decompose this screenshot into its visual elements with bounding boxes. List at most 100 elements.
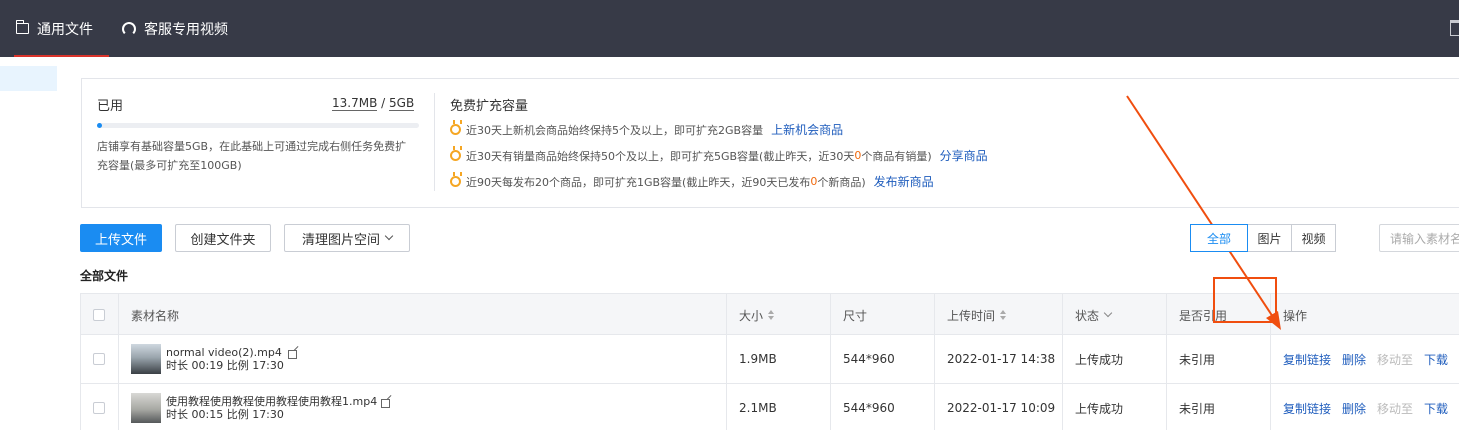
dims-cell: 544*960 [830, 384, 934, 430]
col-actions: 操作 [1270, 294, 1459, 336]
annotation-highlight-box [1213, 277, 1277, 323]
select-all-cell [81, 294, 118, 336]
chevron-down-icon [384, 231, 394, 241]
table-row: 使用教程使用教程使用教程使用教程1.mp4 时长 00:15 比例 17:30 … [80, 384, 1459, 430]
headset-icon [122, 21, 136, 36]
sort-icon [1000, 310, 1007, 320]
tab-service-videos[interactable]: 客服专用视频 [122, 0, 228, 57]
row-select-cell [81, 335, 118, 383]
size-cell: 2.1MB [726, 384, 830, 430]
move-to-button[interactable]: 移动至 [1377, 400, 1413, 417]
video-thumbnail[interactable] [131, 344, 161, 374]
time-cell: 2022-01-17 14:38 [934, 335, 1062, 383]
referenced-cell: 未引用 [1166, 335, 1270, 383]
status-cell: 上传成功 [1062, 335, 1166, 383]
expand-rule: 近30天上新机会商品始终保持5个及以上，即可扩充2GB容量 上新机会商品 [450, 120, 843, 138]
filter-images[interactable]: 图片 [1247, 224, 1292, 252]
medal-icon [450, 120, 462, 135]
filter-videos[interactable]: 视频 [1291, 224, 1336, 252]
rule-count: 0 [810, 175, 818, 188]
col-upload-time-label: 上传时间 [947, 308, 996, 323]
divider [434, 93, 435, 191]
file-name: normal video(2).mp4 [166, 346, 282, 359]
usage-progress-bar [97, 123, 419, 128]
video-thumbnail[interactable] [131, 393, 161, 423]
actions-cell: 复制链接 删除 移动至 下载 [1270, 384, 1459, 430]
total-capacity: 5GB [389, 96, 415, 111]
download-button[interactable]: 下载 [1424, 351, 1448, 368]
tab-general-files-label: 通用文件 [37, 21, 93, 38]
dims-cell: 544*960 [830, 335, 934, 383]
used-value: 13.7MB / 5GB [332, 96, 415, 111]
time-cell: 2022-01-17 10:09 [934, 384, 1062, 430]
name-cell: normal video(2).mp4 时长 00:19 比例 17:30 [118, 335, 726, 383]
rule-text: 近30天上新机会商品始终保持5个及以上，即可扩充2GB容量 [466, 123, 764, 137]
expand-rule: 近90天每发布20个商品，即可扩充1GB容量(截止昨天，近90天已发布 0 个新商品… [450, 172, 934, 190]
left-sidebar [0, 57, 60, 430]
filter-all[interactable]: 全部 [1190, 224, 1248, 252]
delete-button[interactable]: 删除 [1342, 400, 1366, 417]
file-info: 使用教程使用教程使用教程使用教程1.mp4 时长 00:15 比例 17:30 [166, 395, 377, 421]
status-cell: 上传成功 [1062, 384, 1166, 430]
col-status-label: 状态 [1075, 308, 1100, 323]
download-button[interactable]: 下载 [1424, 400, 1448, 417]
new-folder-button[interactable]: 创建文件夹 [175, 224, 271, 252]
table-row: normal video(2).mp4 时长 00:19 比例 17:30 1.… [80, 335, 1459, 384]
row-checkbox[interactable] [93, 353, 105, 365]
type-filter: 全部 图片 视频 [1190, 224, 1336, 252]
storage-description: 店铺享有基础容量5GB，在此基础上可通过完成右侧任务免费扩充容量(最多可扩充至1… [97, 140, 407, 172]
section-title: 全部文件 [80, 269, 129, 283]
storage-panel: 已用 13.7MB / 5GB 店铺享有基础容量5GB，在此基础上可通过完成右侧… [81, 78, 1459, 208]
clean-space-dropdown[interactable]: 清理图片空间 [284, 224, 410, 252]
edit-icon[interactable] [287, 349, 297, 359]
medal-icon [450, 172, 462, 187]
actions-cell: 复制链接 删除 移动至 下载 [1270, 335, 1459, 383]
rule-text: 近30天有销量商品始终保持50个及以上，即可扩充5GB容量(截止昨天，近30天 [466, 149, 855, 163]
col-dims: 尺寸 [830, 294, 934, 336]
rule-text-suffix: 个新商品) [817, 175, 866, 189]
col-upload-time[interactable]: 上传时间 [934, 294, 1062, 336]
top-nav-bar: 通用文件 客服专用视频 [0, 0, 1459, 57]
rule-link-publish-products[interactable]: 发布新商品 [874, 173, 934, 190]
file-name: 使用教程使用教程使用教程使用教程1.mp4 [166, 395, 378, 408]
delete-button[interactable]: 删除 [1342, 351, 1366, 368]
copy-link-button[interactable]: 复制链接 [1283, 400, 1331, 417]
used-separator: / [381, 96, 386, 110]
col-status[interactable]: 状态 [1062, 294, 1166, 336]
rule-link-share-products[interactable]: 分享商品 [940, 147, 988, 164]
used-label: 已用 [97, 99, 124, 114]
sort-icon [768, 310, 775, 320]
usage-progress-fill [97, 123, 103, 128]
expand-rule: 近30天有销量商品始终保持50个及以上，即可扩充5GB容量(截止昨天，近30天 0… [450, 146, 988, 164]
clean-space-label: 清理图片空间 [301, 232, 380, 248]
rule-text-suffix: 个商品有销量) [861, 149, 932, 163]
tab-general-files[interactable]: 通用文件 [0, 0, 109, 57]
move-to-button[interactable]: 移动至 [1377, 351, 1413, 368]
rule-link-new-products[interactable]: 上新机会商品 [771, 121, 843, 138]
file-info: normal video(2).mp4 时长 00:19 比例 17:30 [166, 346, 284, 372]
used-amount: 13.7MB [332, 96, 378, 111]
copy-link-button[interactable]: 复制链接 [1283, 351, 1331, 368]
col-size[interactable]: 大小 [726, 294, 830, 336]
upload-button[interactable]: 上传文件 [80, 224, 162, 252]
name-cell: 使用教程使用教程使用教程使用教程1.mp4 时长 00:15 比例 17:30 [118, 384, 726, 430]
row-select-cell [81, 384, 118, 430]
tab-service-videos-label: 客服专用视频 [144, 21, 228, 38]
col-name: 素材名称 [118, 294, 726, 336]
file-meta: 时长 00:15 比例 17:30 [166, 408, 284, 421]
col-size-label: 大小 [739, 308, 764, 323]
trash-icon[interactable] [1450, 20, 1459, 36]
select-all-checkbox[interactable] [93, 309, 105, 321]
search-input[interactable]: 请输入素材名 [1379, 224, 1459, 252]
row-checkbox[interactable] [93, 402, 105, 414]
chevron-down-icon [1103, 308, 1113, 318]
sidebar-item-active[interactable] [0, 66, 57, 91]
rule-text: 近90天每发布20个商品，即可扩充1GB容量(截止昨天，近90天已发布 [466, 175, 811, 189]
medal-icon [450, 146, 462, 161]
edit-icon[interactable] [381, 398, 391, 408]
main-content: 已用 13.7MB / 5GB 店铺享有基础容量5GB，在此基础上可通过完成右侧… [60, 57, 1459, 430]
rule-count: 0 [854, 149, 862, 162]
size-cell: 1.9MB [726, 335, 830, 383]
folder-icon [15, 20, 29, 34]
referenced-cell: 未引用 [1166, 384, 1270, 430]
